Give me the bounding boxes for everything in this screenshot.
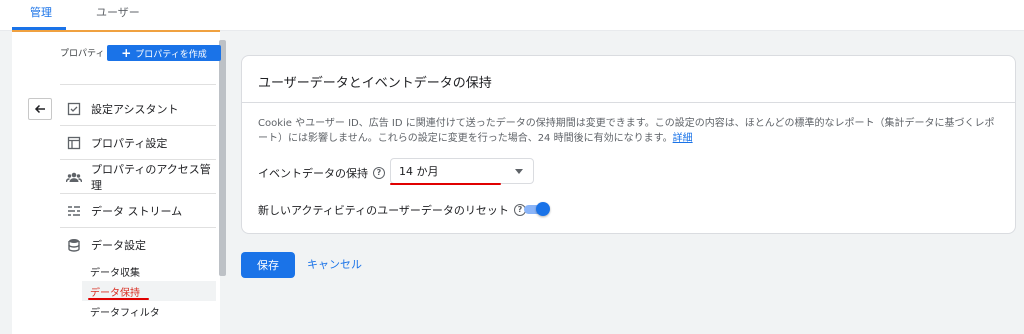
database-icon (66, 237, 82, 253)
people-icon (66, 169, 82, 185)
tab-admin[interactable]: 管理 (16, 0, 66, 30)
sidebar-scrollbar[interactable] (219, 40, 226, 276)
sidebar-item-label: プロパティのアクセス管理 (91, 162, 211, 192)
back-arrow-button[interactable] (28, 98, 52, 120)
event-retention-label: イベントデータの保持 (258, 167, 368, 180)
reset-label: 新しいアクティビティのユーザーデータのリセット (258, 204, 509, 217)
cancel-button[interactable]: キャンセル (307, 252, 362, 278)
subitem-data-collection[interactable]: データ収集 (90, 264, 140, 279)
retention-description: Cookie やユーザー ID、広告 ID に関連付けて送ったデータの保持期間は… (258, 116, 998, 146)
sidebar-item-access-management[interactable]: プロパティのアクセス管理 (60, 160, 216, 193)
arrow-left-icon (34, 104, 45, 114)
annotation-underline (88, 298, 149, 300)
annotation-underline (390, 183, 501, 185)
sidebar-item-label: プロパティ設定 (91, 136, 168, 150)
create-property-button[interactable]: + プロパティを作成 (107, 45, 221, 61)
property-column-label: プロパティ (60, 49, 105, 59)
card-title: ユーザーデータとイベントデータの保持 (258, 76, 492, 91)
sidebar-item-label: データ設定 (91, 238, 146, 252)
plus-icon: + (121, 46, 132, 60)
card-divider (242, 102, 1015, 103)
sidebar-item-label: 設定アシスタント (91, 102, 179, 116)
menu-divider (60, 84, 216, 85)
checklist-icon (66, 101, 82, 117)
event-retention-select[interactable]: 14 か月 (390, 158, 534, 184)
event-retention-value: 14 か月 (399, 165, 439, 178)
save-button[interactable]: 保存 (241, 252, 295, 278)
sidebar-item-setup-assistant[interactable]: 設定アシスタント (60, 92, 216, 125)
help-icon[interactable]: ? (373, 167, 385, 179)
streams-icon (66, 203, 82, 219)
subitem-data-retention[interactable]: データ保持 (90, 284, 140, 299)
layout-icon (66, 135, 82, 151)
details-link[interactable]: 詳細 (673, 133, 693, 144)
tab-user[interactable]: ユーザー (82, 0, 154, 30)
create-property-label: プロパティを作成 (135, 49, 207, 60)
event-retention-row: イベントデータの保持 ? (258, 165, 385, 181)
dropdown-caret-icon (515, 168, 523, 174)
sidebar-item-data-settings[interactable]: データ設定 (60, 228, 216, 261)
reset-row: 新しいアクティビティのユーザーデータのリセット ? (258, 202, 526, 218)
sidebar-item-property-settings[interactable]: プロパティ設定 (60, 126, 216, 159)
description-text: Cookie やユーザー ID、広告 ID に関連付けて送ったデータの保持期間は… (258, 118, 995, 144)
subitem-data-filters[interactable]: データフィルタ (90, 304, 160, 319)
toggle-knob (536, 202, 550, 216)
reset-on-activity-toggle[interactable] (522, 202, 550, 216)
sidebar-item-data-streams[interactable]: データ ストリーム (60, 194, 216, 227)
sidebar-item-label: データ ストリーム (91, 204, 183, 218)
